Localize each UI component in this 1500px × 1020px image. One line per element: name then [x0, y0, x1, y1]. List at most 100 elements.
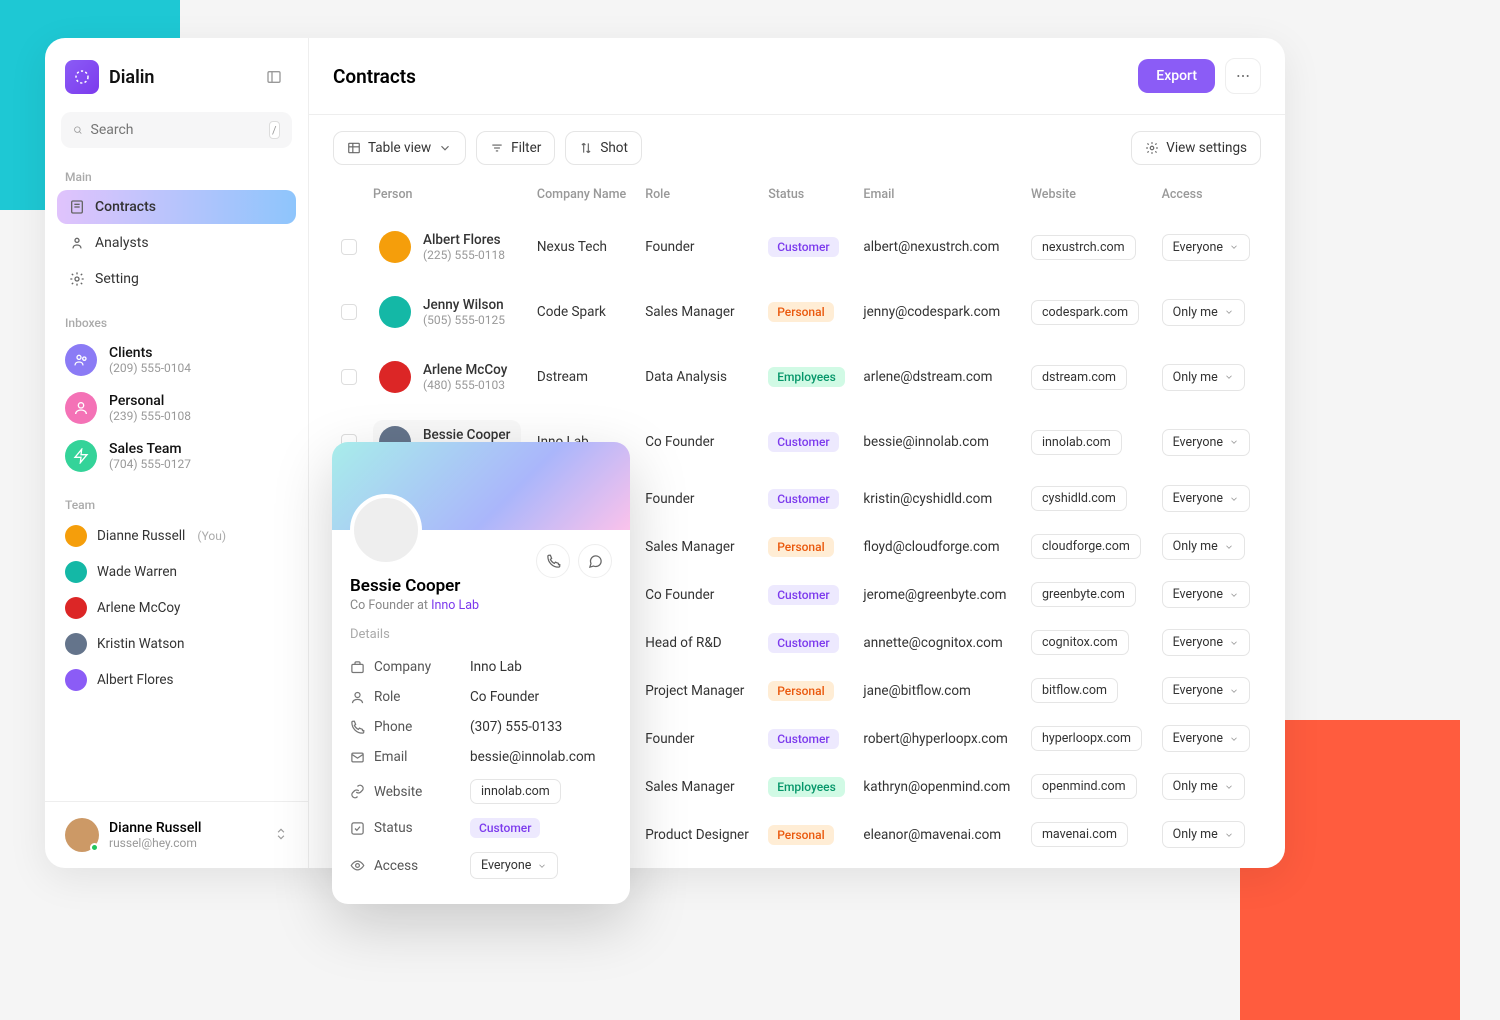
team-member[interactable]: Arlene McCoy [45, 590, 308, 626]
logo-icon [65, 60, 99, 94]
user-avatar[interactable] [65, 818, 99, 852]
user-footer: Dianne Russell russel@hey.com [45, 801, 308, 868]
row-email: guyc@digicraft.com [855, 859, 1023, 869]
row-checkbox[interactable] [341, 304, 357, 320]
brand: Dialin [45, 38, 308, 112]
team-member[interactable]: Wade Warren [45, 554, 308, 590]
page-title: Contracts [333, 65, 416, 88]
row-company: Code Spark [529, 280, 637, 345]
switch-user-button[interactable] [274, 826, 288, 845]
inbox-item[interactable]: Personal(239) 555-0108 [45, 384, 308, 432]
section-team-label: Team [45, 490, 308, 518]
row-website[interactable]: hyperloopx.com [1031, 726, 1142, 751]
row-access-select[interactable]: Only me [1162, 299, 1245, 326]
team-member[interactable]: Kristin Watson [45, 626, 308, 662]
filter-button[interactable]: Filter [476, 131, 555, 165]
search-keyhint: / [269, 121, 281, 139]
table-row[interactable]: Jenny Wilson(505) 555-0125 Code Spark Sa… [333, 280, 1261, 345]
row-website[interactable]: mavenai.com [1031, 822, 1128, 847]
call-button[interactable] [536, 544, 570, 578]
row-person-name: Albert Flores [423, 232, 505, 248]
row-status-badge: Customer [768, 633, 838, 653]
row-website[interactable]: cloudforge.com [1031, 534, 1141, 559]
nav-contracts[interactable]: Contracts [57, 190, 296, 224]
row-role: Project Manager [637, 667, 760, 715]
row-website[interactable]: greenbyte.com [1031, 582, 1136, 607]
inbox-phone: (239) 555-0108 [109, 409, 191, 423]
more-menu-button[interactable] [1225, 58, 1261, 94]
inbox-item[interactable]: Sales Team(704) 555-0127 [45, 432, 308, 480]
row-access-select[interactable]: Only me [1162, 364, 1245, 391]
row-access-select[interactable]: Everyone [1162, 429, 1250, 456]
contact-popover: Bessie Cooper Co Founder at Inno Lab Det… [332, 442, 630, 904]
row-access-select[interactable]: Everyone [1162, 581, 1250, 608]
row-access-select[interactable]: Only me [1162, 821, 1245, 848]
row-avatar [379, 296, 411, 328]
row-access-select[interactable]: Only me [1162, 773, 1245, 800]
search-input-wrapper[interactable]: / [61, 112, 292, 148]
nav-label: Setting [95, 271, 139, 287]
team-name: Wade Warren [97, 564, 177, 580]
row-role: Data Analysis [637, 345, 760, 410]
row-checkbox[interactable] [341, 239, 357, 255]
row-checkbox[interactable] [341, 369, 357, 385]
row-role: Founder [637, 475, 760, 523]
detail-website[interactable]: innolab.com [470, 779, 561, 804]
col-role: Role [637, 181, 760, 215]
inbox-name: Sales Team [109, 441, 191, 457]
table-row[interactable]: Arlene McCoy(480) 555-0103 Dstream Data … [333, 345, 1261, 410]
row-access-select[interactable]: Everyone [1162, 677, 1250, 704]
inbox-name: Personal [109, 393, 191, 409]
row-access-select[interactable]: Everyone [1162, 485, 1250, 512]
analysts-icon [69, 235, 85, 251]
nav-analysts[interactable]: Analysts [57, 226, 296, 260]
row-email: bessie@innolab.com [855, 410, 1023, 475]
col-person: Person [365, 181, 529, 215]
phone-icon [546, 554, 561, 569]
table-view-button[interactable]: Table view [333, 131, 466, 165]
row-website[interactable]: codespark.com [1031, 300, 1139, 325]
export-button[interactable]: Export [1138, 59, 1215, 93]
detail-status: Customer [470, 818, 540, 838]
row-email: kathryn@openmind.com [855, 763, 1023, 811]
row-status-badge: Customer [768, 489, 838, 509]
detail-company: Inno Lab [470, 659, 612, 675]
section-main-label: Main [45, 162, 308, 190]
view-settings-button[interactable]: View settings [1131, 131, 1261, 165]
row-website[interactable]: cognitox.com [1031, 630, 1129, 655]
shot-button[interactable]: Shot [565, 131, 642, 165]
row-role: Head of R&D [637, 619, 760, 667]
popover-company-link[interactable]: Inno Lab [431, 598, 479, 613]
row-website[interactable]: cyshidld.com [1031, 486, 1127, 511]
row-person-phone: (225) 555-0118 [423, 248, 505, 262]
team-name: Dianne Russell [97, 528, 185, 544]
you-tag: (You) [197, 529, 226, 543]
inbox-phone: (209) 555-0104 [109, 361, 191, 375]
header: Contracts Export [309, 38, 1285, 115]
popover-subtitle: Co Founder at Inno Lab [350, 598, 612, 613]
search-input[interactable] [91, 122, 269, 138]
row-website[interactable]: openmind.com [1031, 774, 1137, 799]
row-person-name: Arlene McCoy [423, 362, 507, 378]
row-website[interactable]: innolab.com [1031, 430, 1122, 455]
row-website[interactable]: dstream.com [1031, 365, 1127, 390]
team-member[interactable]: Albert Flores [45, 662, 308, 698]
team-avatar [65, 525, 87, 547]
briefcase-icon [350, 660, 365, 675]
row-access-select[interactable]: Everyone [1162, 234, 1250, 261]
row-website[interactable]: nexustrch.com [1031, 235, 1136, 260]
row-role: Sales Manager [637, 280, 760, 345]
inbox-item[interactable]: Clients(209) 555-0104 [45, 336, 308, 384]
row-access-select[interactable]: Only me [1162, 533, 1245, 560]
message-button[interactable] [578, 544, 612, 578]
row-access-select[interactable]: Everyone [1162, 629, 1250, 656]
nav-setting[interactable]: Setting [57, 262, 296, 296]
detail-access[interactable]: Everyone [470, 852, 558, 879]
row-website[interactable]: bitflow.com [1031, 678, 1118, 703]
table-row[interactable]: Albert Flores(225) 555-0118 Nexus Tech F… [333, 215, 1261, 280]
row-access-select[interactable]: Everyone [1162, 725, 1250, 752]
collapse-sidebar-button[interactable] [260, 63, 288, 91]
col-email: Email [855, 181, 1023, 215]
team-member[interactable]: Dianne Russell (You) [45, 518, 308, 554]
col-company: Company Name [529, 181, 637, 215]
